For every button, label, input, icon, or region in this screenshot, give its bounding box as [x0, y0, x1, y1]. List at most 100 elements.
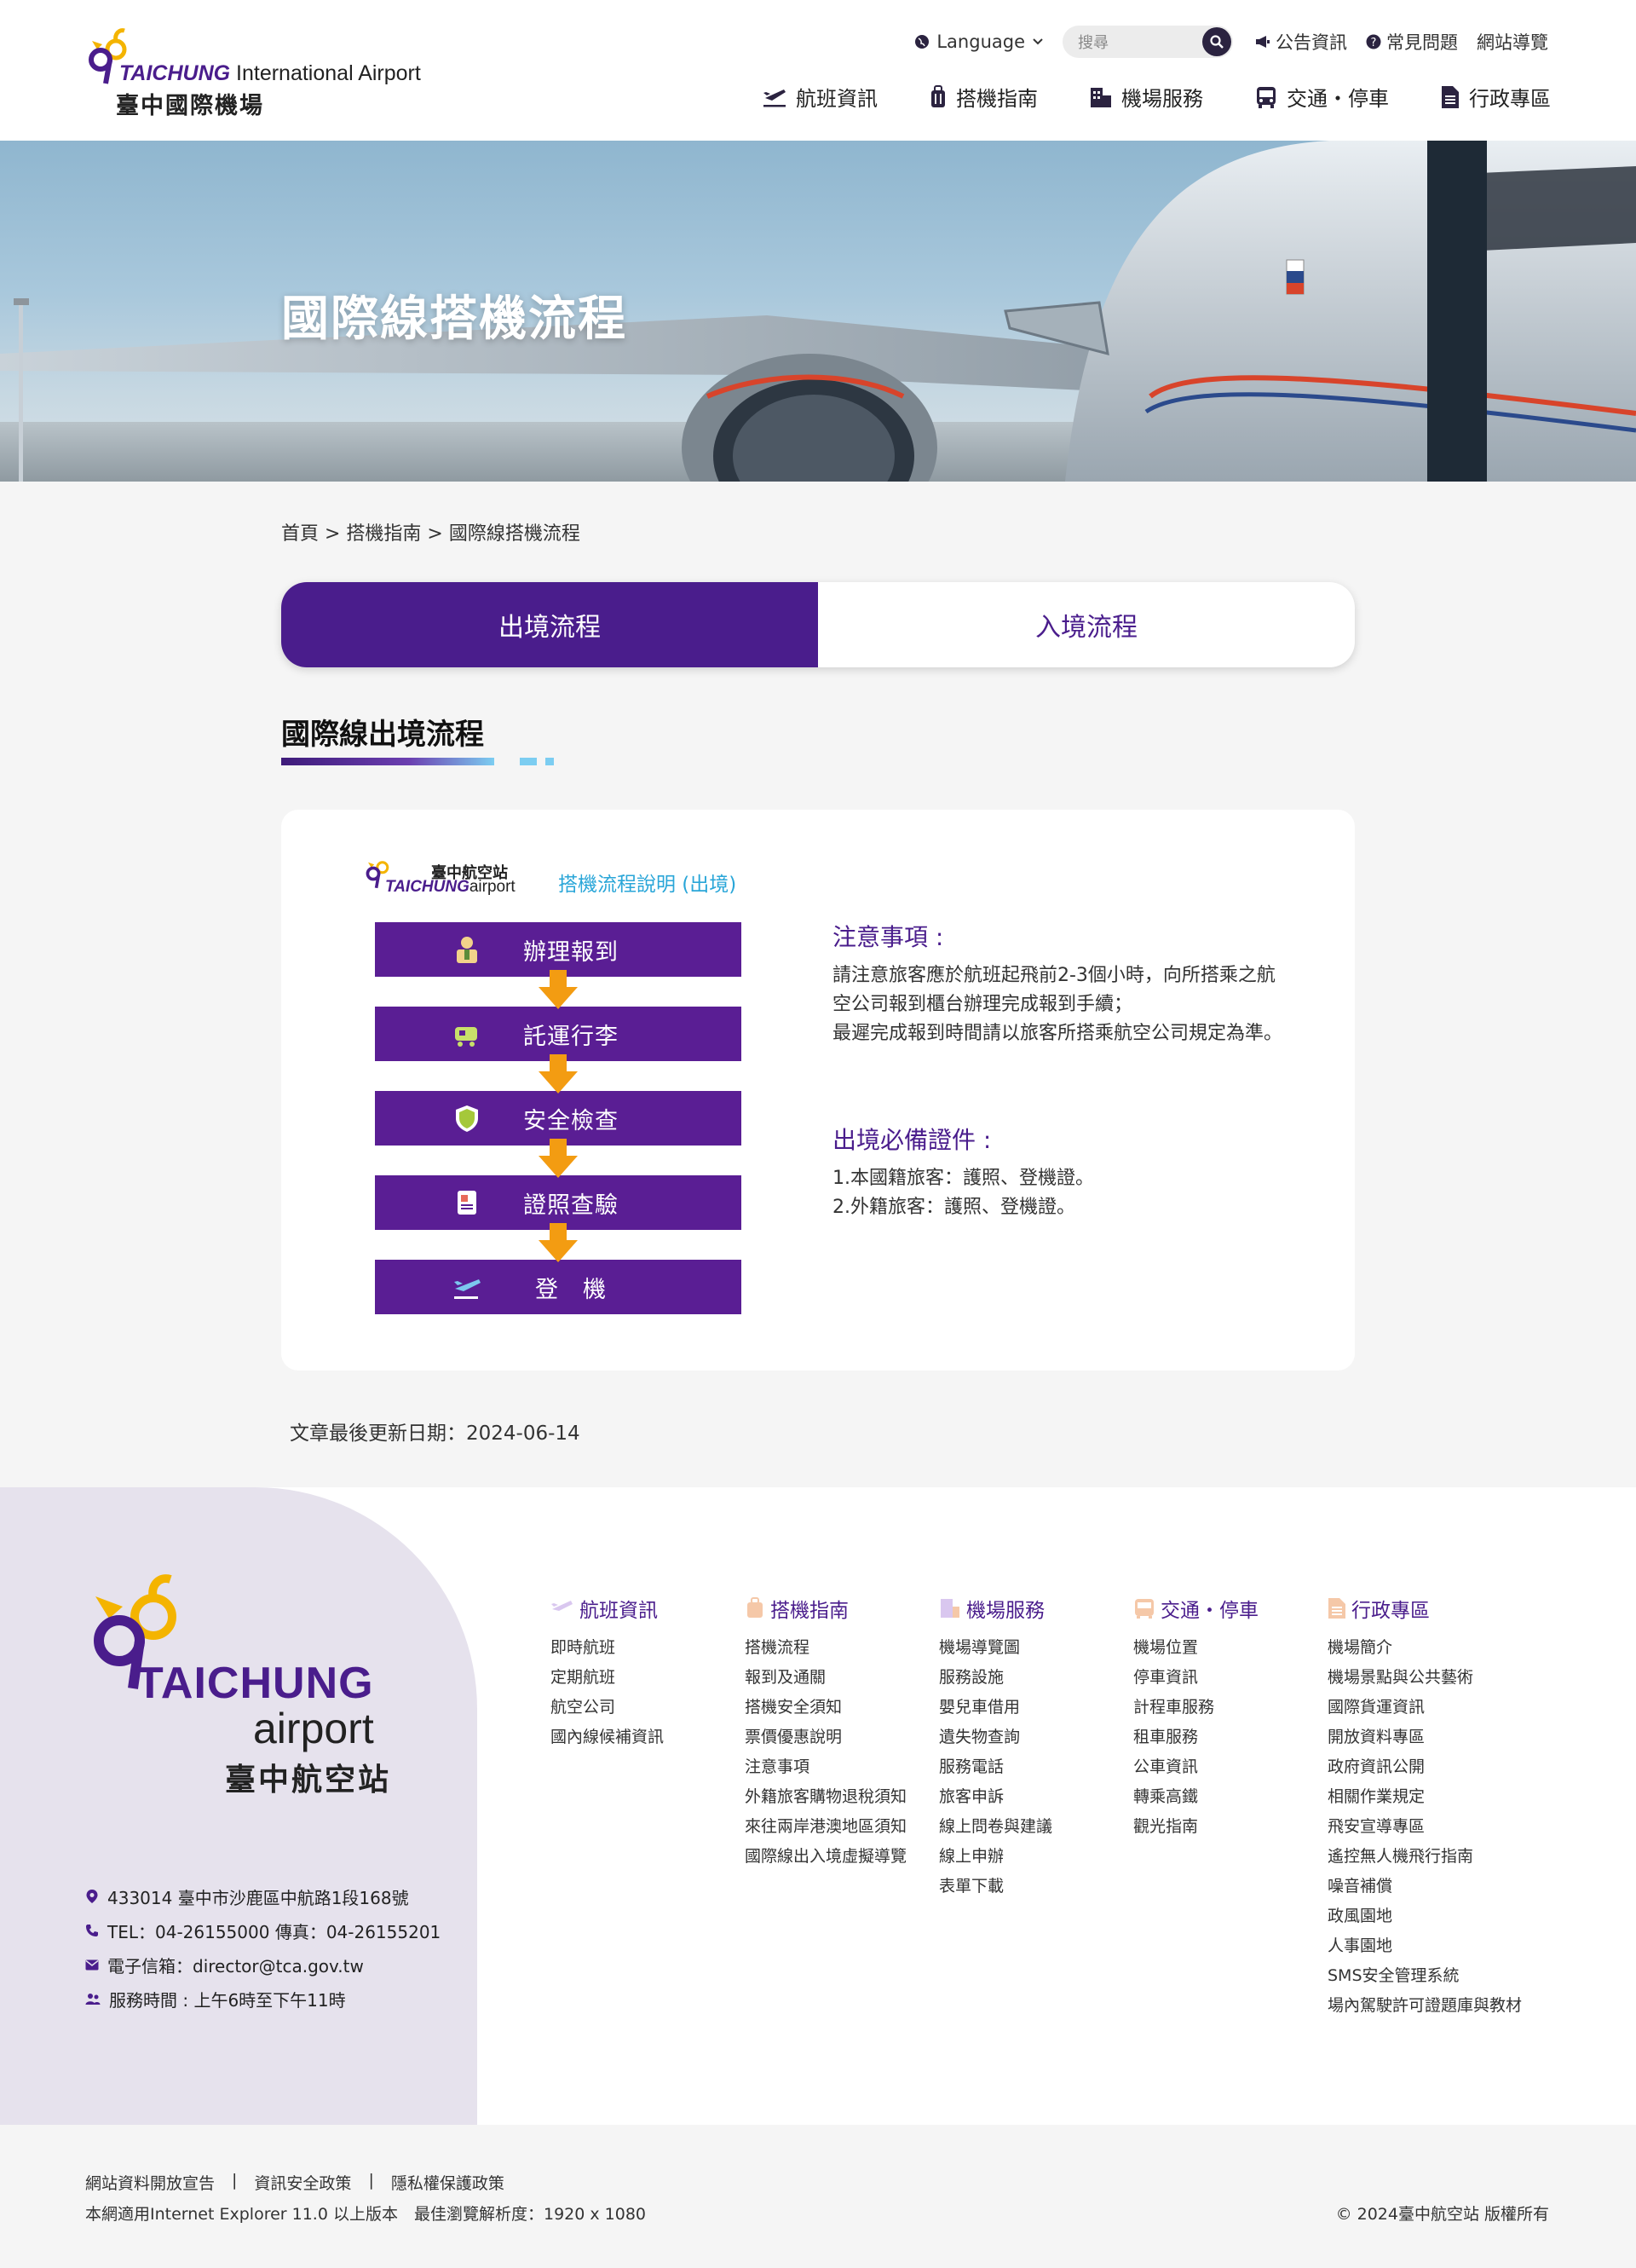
footer-link[interactable]: 遙控無人機飛行指南 [1328, 1844, 1522, 1873]
footer-link[interactable]: 國內線候補資訊 [550, 1724, 745, 1754]
footer-link[interactable]: 場內駕駛許可證題庫與教材 [1328, 1993, 1522, 2023]
nav-boarding-guide[interactable]: 搭機指南 [929, 82, 1038, 112]
footer-link[interactable]: 開放資料專區 [1328, 1724, 1522, 1754]
footer-col-title[interactable]: 搭機指南 [745, 1594, 939, 1623]
footer-link[interactable]: 航空公司 [550, 1694, 745, 1724]
footer-link[interactable]: 停車資訊 [1133, 1665, 1328, 1694]
email-row[interactable]: 電子信箱：director@tca.gov.tw [85, 1948, 441, 1982]
policy-links: 網站資料開放宣告 | 資訊安全政策 | 隱私權保護政策 [85, 2171, 504, 2194]
search-input[interactable]: 搜尋 [1063, 26, 1233, 58]
site-logo[interactable]: TAICHUNG International Airport 臺中國際機場 [84, 26, 424, 119]
footer-link[interactable]: 服務設施 [939, 1665, 1133, 1694]
footer-link[interactable]: 人事園地 [1328, 1933, 1522, 1963]
footer-link[interactable]: 相關作業規定 [1328, 1784, 1522, 1814]
footer-link[interactable]: 機場簡介 [1328, 1635, 1522, 1665]
footer-link[interactable]: 線上問卷與建議 [939, 1814, 1133, 1844]
section-title: 國際線出境流程 [281, 718, 484, 752]
breadcrumb[interactable]: 首頁 > 搭機指南 > 國際線搭機流程 [281, 518, 580, 545]
footer-link[interactable]: 注意事項 [745, 1754, 939, 1784]
footer-col-boarding: 搭機指南 搭機流程 報到及通關 搭機安全須知 票價優惠說明 注意事項 外籍旅客購物退稅須知… [745, 1594, 939, 2023]
footer-link[interactable]: 政府資訊公開 [1328, 1754, 1522, 1784]
tab-departure[interactable]: 出境流程 [281, 582, 818, 667]
footer-col-transport: 交通・停車 機場位置 停車資訊 計程車服務 租車服務 公車資訊 轉乘高鐵 觀光指南 [1133, 1594, 1328, 2023]
copyright: © 2024臺中航空站 版權所有 [1335, 2205, 1549, 2224]
nav-transport-parking[interactable]: 交通・停車 [1254, 82, 1389, 112]
footer-link[interactable]: 租車服務 [1133, 1724, 1328, 1754]
luggage-icon [931, 84, 945, 107]
bus-icon [1135, 1599, 1154, 1619]
footer-col-title[interactable]: 行政專區 [1328, 1594, 1522, 1623]
footer-link[interactable]: 計程車服務 [1133, 1694, 1328, 1724]
link-separator: | [368, 2171, 374, 2190]
tab-arrival[interactable]: 入境流程 [818, 582, 1355, 667]
footer-link[interactable]: 來往兩岸港澳地區須知 [745, 1814, 939, 1844]
question-icon: ? [1366, 34, 1381, 49]
chevron-down-icon [1033, 38, 1043, 45]
footer-link-list: 機場導覽圖 服務設施 嬰兒車借用 遺失物查詢 服務電話 旅客申訴 線上問卷與建議 線上申辦 表單… [939, 1635, 1133, 1903]
footer-link[interactable]: 定期航班 [550, 1665, 745, 1694]
footer-link[interactable]: 線上申辦 [939, 1844, 1133, 1873]
notes-panel: 注意事項 : 請注意旅客應於航班起飛前2-3個小時，向所搭乘之航空公司報到櫃台辦… [832, 919, 1293, 1222]
footer-col-admin: 行政專區 機場簡介 機場景點與公共藝術 國際貨運資訊 開放資料專區 政府資訊公開 相關作業… [1328, 1594, 1522, 2023]
footer-col-title[interactable]: 機場服務 [939, 1594, 1133, 1623]
policy-link[interactable]: 網站資料開放宣告 [85, 2171, 215, 2194]
nav-flight-info[interactable]: 航班資訊 [762, 82, 878, 112]
arrow-down-icon [539, 970, 578, 1009]
footer-link[interactable]: 搭機流程 [745, 1635, 939, 1665]
flow-caption: 搭機流程說明 (出境) [558, 874, 737, 896]
policy-link[interactable]: 資訊安全政策 [254, 2171, 351, 2194]
mail-icon [85, 1959, 99, 1970]
document-icon [1328, 1598, 1345, 1619]
footer-link[interactable]: SMS安全管理系統 [1328, 1963, 1522, 1993]
policy-link[interactable]: 隱私權保護政策 [391, 2171, 504, 2194]
passport-icon [458, 1191, 476, 1215]
language-selector[interactable]: Language [914, 32, 1044, 52]
search-icon [1210, 35, 1224, 49]
footer-link[interactable]: 機場位置 [1133, 1635, 1328, 1665]
building-icon [941, 1599, 959, 1618]
footer-col-services: 機場服務 機場導覽圖 服務設施 嬰兒車借用 遺失物查詢 服務電話 旅客申訴 線上問卷與建議線… [939, 1594, 1133, 2023]
flow-tabs: 出境流程 入境流程 [281, 582, 1355, 667]
footer-col-title[interactable]: 交通・停車 [1133, 1594, 1328, 1623]
sitemap-link[interactable]: 網站導覽 [1477, 29, 1548, 55]
search-button[interactable] [1202, 27, 1231, 56]
footer-logo[interactable]: TAICHUNG airport 臺中航空站 [85, 1573, 409, 1803]
footer-link[interactable]: 飛安宣導專區 [1328, 1814, 1522, 1844]
footer-col-title[interactable]: 航班資訊 [550, 1594, 745, 1623]
footer-link[interactable]: 國際線出入境虛擬導覽 [745, 1844, 939, 1873]
announcement-link[interactable]: 公告資訊 [1255, 29, 1347, 55]
footer-link[interactable]: 觀光指南 [1133, 1814, 1328, 1844]
footer-link[interactable]: 票價優惠說明 [745, 1724, 939, 1754]
step-passport-control: 證照查驗 [375, 1175, 741, 1230]
footer-link[interactable]: 表單下載 [939, 1873, 1133, 1903]
arrow-down-icon [539, 1054, 578, 1094]
search-placeholder: 搜尋 [1078, 34, 1109, 52]
footer-link[interactable]: 嬰兒車借用 [939, 1694, 1133, 1724]
footer-link[interactable]: 旅客申訴 [939, 1784, 1133, 1814]
footer-link[interactable]: 服務電話 [939, 1754, 1133, 1784]
faq-link[interactable]: ? 常見問題 [1366, 29, 1458, 55]
footer-link[interactable]: 搭機安全須知 [745, 1694, 939, 1724]
nav-administration[interactable]: 行政專區 [1440, 82, 1551, 112]
footer-link[interactable]: 遺失物查詢 [939, 1724, 1133, 1754]
footer-link[interactable]: 公車資訊 [1133, 1754, 1328, 1784]
nav-airport-services[interactable]: 機場服務 [1089, 82, 1203, 112]
footer-link[interactable]: 機場導覽圖 [939, 1635, 1133, 1665]
people-icon [85, 1994, 101, 2005]
airplane-icon [551, 1601, 573, 1611]
footer-link[interactable]: 政風園地 [1328, 1903, 1522, 1933]
footer-link[interactable]: 轉乘高鐵 [1133, 1784, 1328, 1814]
footer-link[interactable]: 機場景點與公共藝術 [1328, 1665, 1522, 1694]
footer-link[interactable]: 噪音補償 [1328, 1873, 1522, 1903]
footer-link[interactable]: 國際貨運資訊 [1328, 1694, 1522, 1724]
language-label: Language [936, 32, 1025, 52]
shield-icon [456, 1105, 478, 1132]
hours-row: 服務時間 : 上午6時至下午11時 [85, 1982, 441, 2016]
footer-link-list: 機場位置 停車資訊 計程車服務 租車服務 公車資訊 轉乘高鐵 觀光指南 [1133, 1635, 1328, 1844]
page-title: 國際線搭機流程 [281, 291, 627, 347]
airplane-icon [763, 89, 786, 107]
footer-link[interactable]: 報到及通關 [745, 1665, 939, 1694]
footer-link[interactable]: 外籍旅客購物退稅須知 [745, 1784, 939, 1814]
logo-chinese: 臺中國際機場 [116, 93, 264, 119]
footer-link[interactable]: 即時航班 [550, 1635, 745, 1665]
